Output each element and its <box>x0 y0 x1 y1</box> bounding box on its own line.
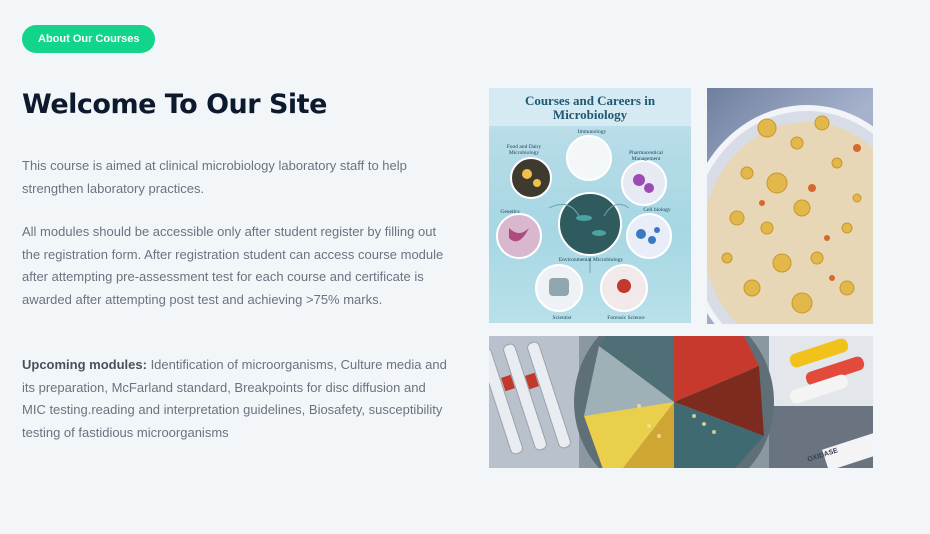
caption-genetics: Genetics <box>500 209 520 215</box>
about-courses-badge[interactable]: About Our Courses <box>22 25 156 53</box>
lab-collage-photo: OXIDASE <box>489 336 873 468</box>
petri-dish-photo <box>707 88 873 324</box>
page-title: Welcome To Our Site <box>22 89 327 120</box>
lab-collage-illustration <box>489 336 873 468</box>
caption-immunology: Immunology <box>577 129 607 135</box>
petri-dish-illustration <box>707 105 873 324</box>
caption-pharmaceutical: Pharmaceutical Management <box>629 150 663 162</box>
caption-food-dairy: Food and Dairy Microbiology <box>506 144 542 156</box>
upcoming-modules-label: Upcoming modules: <box>22 357 147 372</box>
microbiology-careers-poster: Courses and Careers in Microbiology Immu… <box>489 88 691 323</box>
registration-paragraph: All modules should be accessible only af… <box>22 224 444 307</box>
poster-illustration <box>496 135 672 312</box>
upcoming-modules-paragraph: Upcoming modules: Identification of micr… <box>22 354 447 444</box>
intro-paragraph: This course is aimed at clinical microbi… <box>22 158 407 196</box>
caption-environmental: Environmental Microbiology <box>558 257 624 263</box>
caption-scientist: Scientist <box>552 315 572 321</box>
caption-cell-biology: Cell biology <box>643 207 671 213</box>
caption-forensic: Forensic Science <box>607 315 645 321</box>
